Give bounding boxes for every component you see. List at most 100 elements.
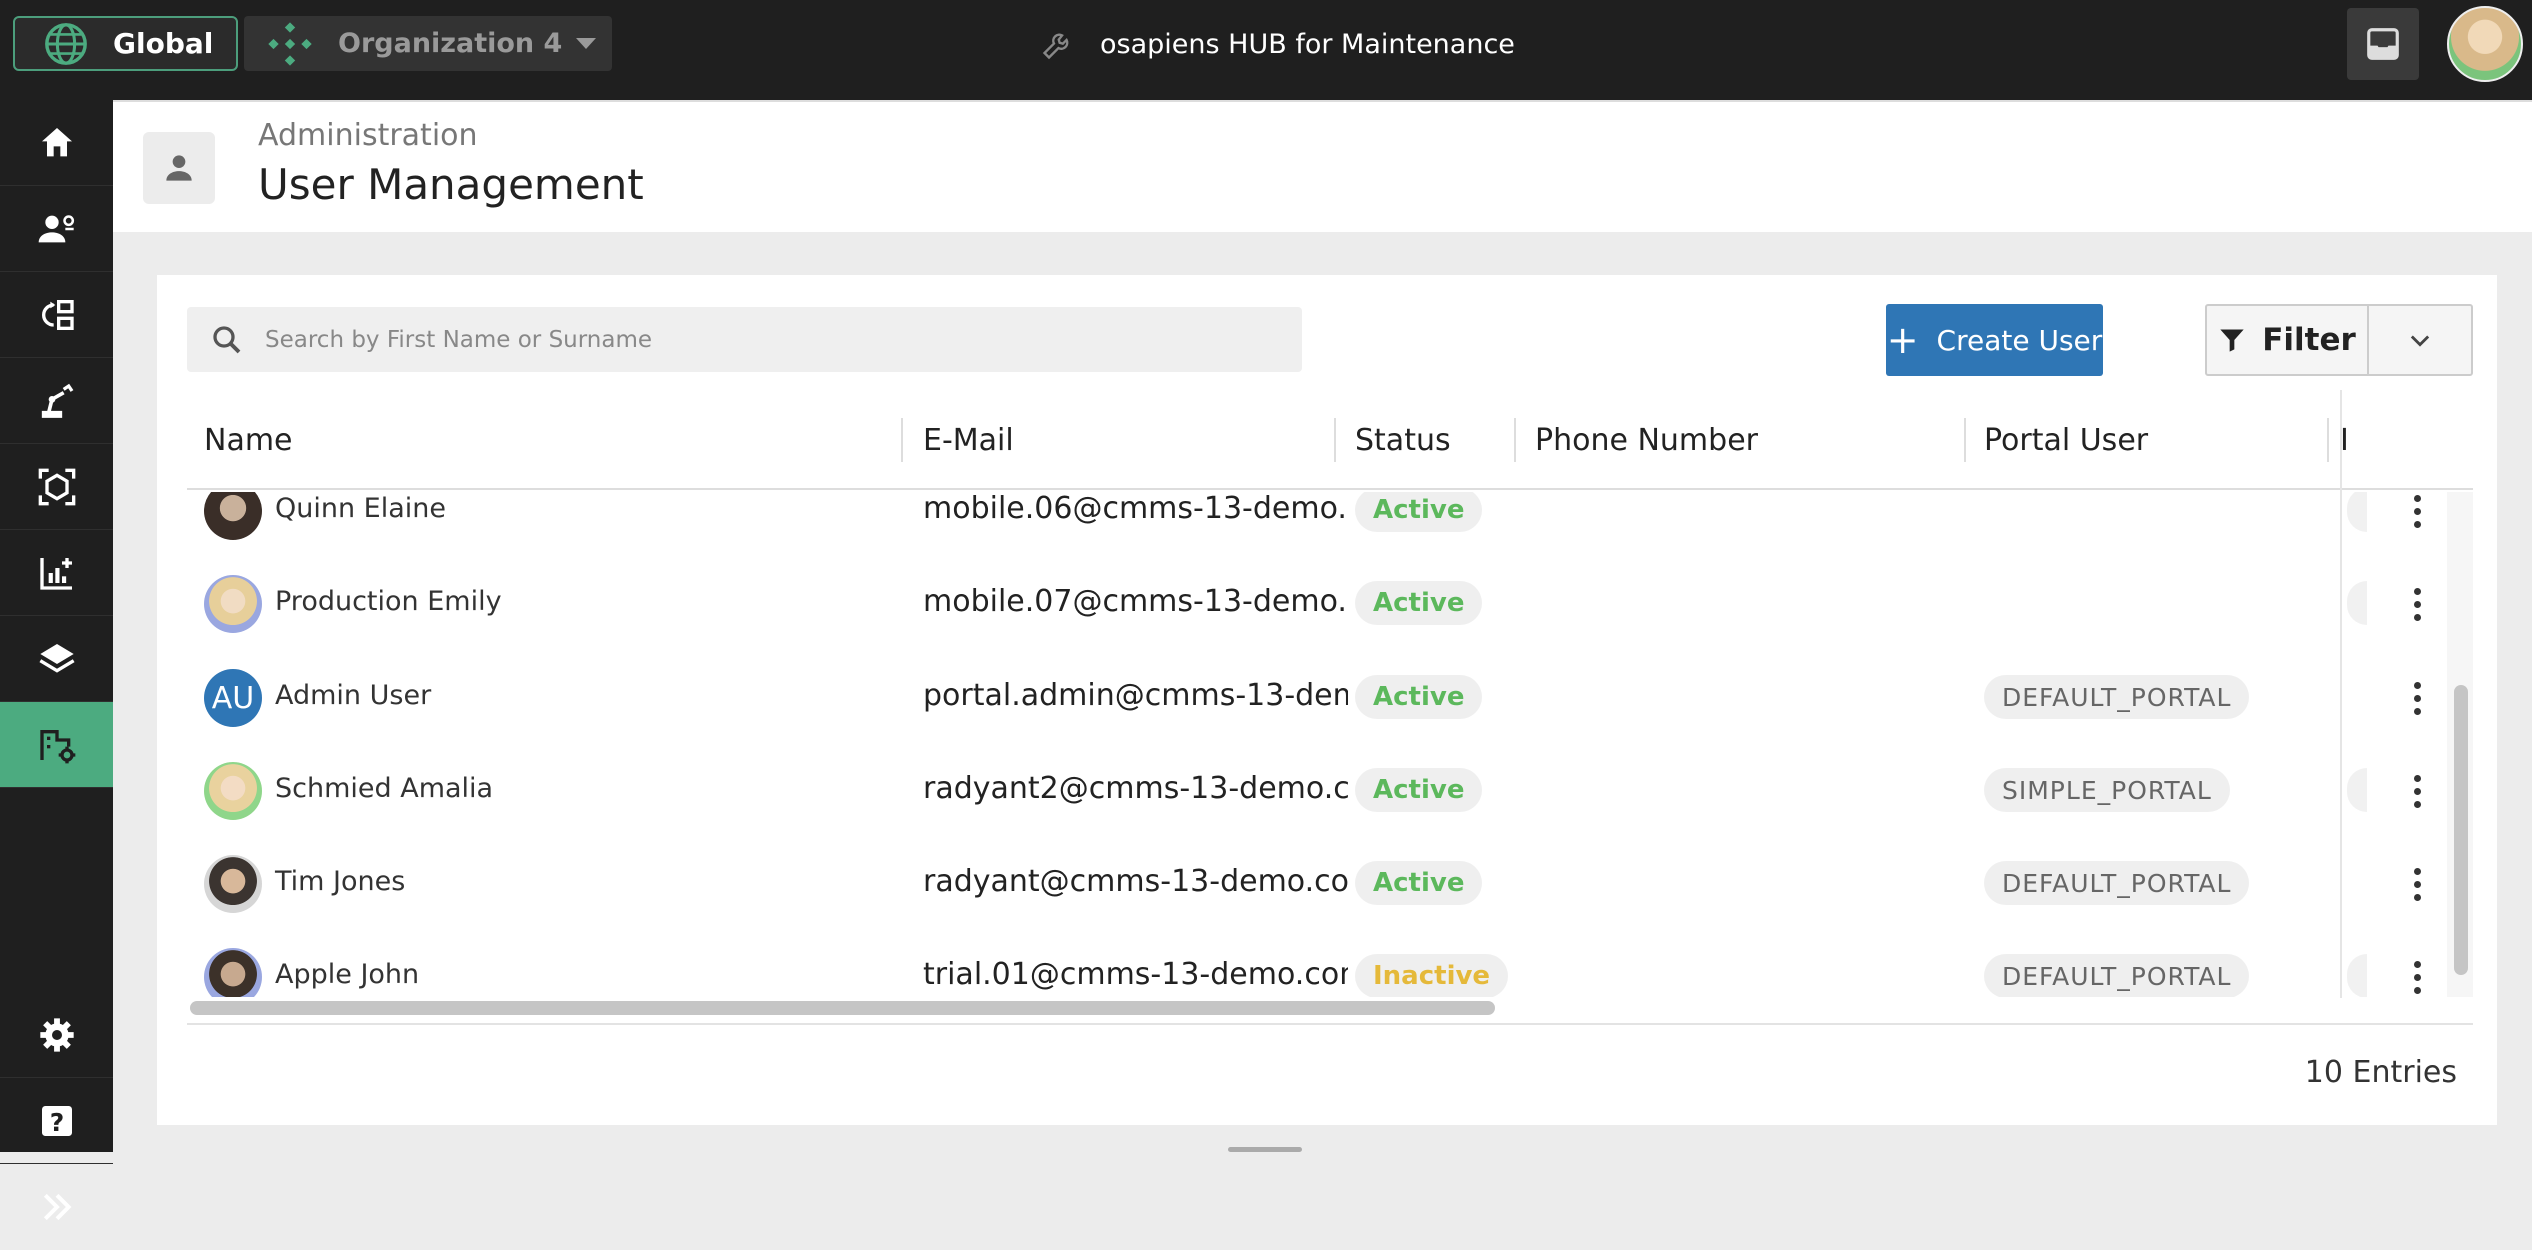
portal-badge: DEFAULT_PORTAL [1984,861,2250,905]
nav-assets[interactable] [0,444,113,530]
horizontal-scrollbar[interactable] [190,1001,1495,1015]
chevron-down-icon [2410,335,2430,347]
column-resizer[interactable] [1514,418,1516,462]
avatar [204,492,262,540]
nav-expand[interactable] [0,1164,113,1250]
nav-home[interactable] [0,100,113,186]
column-resizer[interactable] [901,418,903,462]
user-name: Schmied Amalia [275,773,494,804]
help-icon: ? [41,1105,72,1137]
global-scope-button[interactable]: Global [13,16,238,71]
column-truncated[interactable]: I [2340,390,2368,490]
avatar [204,948,262,997]
global-label: Global [113,27,214,60]
top-bar: Global Organization 4 osapiens HUB for M… [0,0,2532,100]
portal-badge: SIMPLE_PORTAL [1984,768,2230,812]
create-user-button[interactable]: + Create User [1886,304,2103,376]
status-badge: Active [1355,581,1483,625]
row-menu-button[interactable] [2392,949,2442,997]
user-email: radyant2@cmms-13-demo.com [923,771,1348,806]
user-name: Apple John [275,959,420,990]
user-avatar[interactable] [2447,6,2523,82]
home-icon [41,127,72,156]
nav-workers[interactable] [0,186,113,272]
nav-workflow[interactable] [0,272,113,358]
layers-icon [38,643,75,673]
nav-robot[interactable] [0,358,113,444]
search-input[interactable] [265,326,1265,353]
status-badge: Inactive [1355,954,1509,997]
more-vert-icon [2413,960,2421,968]
row-menu-button[interactable] [2392,856,2442,912]
user-email: portal.admin@cmms-13-demo.com [923,678,1348,713]
avatar-initials: AU [204,669,262,727]
organization-icon [268,21,312,66]
portal-badge: DEFAULT_PORTAL [1984,675,2250,719]
organization-selector[interactable]: Organization 4 [244,16,612,71]
avatar [204,762,262,820]
breadcrumb[interactable]: Administration [258,118,478,153]
inbox-button[interactable] [2347,8,2419,80]
table-row[interactable]: Tim Jones radyant@cmms-13-demo.com Activ… [187,836,2473,929]
column-resizer[interactable] [1334,418,1336,462]
table-row[interactable]: Apple John trial.01@cmms-13-demo.com Ina… [187,929,2473,997]
user-email: radyant@cmms-13-demo.com [923,864,1348,899]
truncated-chip [2347,768,2367,812]
robot-arm-icon [41,383,73,418]
search-box[interactable] [187,307,1302,372]
filter-label: Filter [2262,322,2356,358]
filter-button[interactable]: Filter [2207,306,2369,374]
inbox-icon [2367,28,2399,60]
column-status[interactable]: Status [1355,390,1451,490]
table-row[interactable]: Schmied Amalia radyant2@cmms-13-demo.com… [187,743,2473,836]
table-header: Name E-Mail Status Phone Number Portal U… [187,390,2473,490]
table-row[interactable]: Quinn Elaine mobile.06@cmms-13-demo.com … [187,492,2473,556]
row-menu-button[interactable] [2392,576,2442,632]
user-email: mobile.06@cmms-13-demo.com [923,492,1348,526]
svg-text:?: ? [49,1108,64,1137]
nav-reports[interactable] [0,530,113,616]
user-name: Production Emily [275,586,502,617]
nav-help[interactable]: ? [0,1078,113,1164]
more-vert-icon [2413,587,2421,595]
column-name[interactable]: Name [204,390,293,490]
table-footer-divider [187,1023,2473,1025]
header-avatar [143,132,215,204]
column-resizer[interactable] [1964,418,1966,462]
user-email: mobile.07@cmms-13-demo.com [923,584,1348,619]
column-phone[interactable]: Phone Number [1535,390,1758,490]
more-vert-icon [2413,867,2421,875]
nav-settings[interactable] [0,992,113,1078]
status-badge: Active [1355,861,1483,905]
status-badge: Active [1355,768,1483,812]
app-title: osapiens HUB for Maintenance [1040,22,1515,66]
create-user-label: Create User [1936,323,2103,357]
table-row[interactable]: Production Emily mobile.07@cmms-13-demo.… [187,556,2473,649]
status-badge: Active [1355,492,1483,532]
side-navigation: ? [0,100,113,1221]
vertical-scrollbar[interactable] [2454,685,2468,975]
bottom-drag-handle[interactable] [1228,1147,1302,1152]
user-table-card: + Create User Filter Name E-Mail Status … [157,275,2497,1125]
row-menu-button[interactable] [2392,492,2442,539]
wrench-icon [1042,33,1069,60]
row-menu-button[interactable] [2392,763,2442,819]
filter-dropdown-button[interactable] [2369,306,2471,374]
row-menu-button[interactable] [2392,670,2442,726]
nav-user-management[interactable] [0,702,113,788]
table-row[interactable]: AU Admin User portal.admin@cmms-13-demo.… [187,650,2473,743]
filter-icon [2220,329,2244,352]
user-name: Quinn Elaine [275,493,447,524]
search-icon [213,325,241,353]
globe-icon [45,22,87,65]
action-column-divider [2340,390,2342,998]
more-vert-icon [2413,774,2421,782]
status-badge: Active [1355,675,1483,719]
column-portal-user[interactable]: Portal User [1984,390,2148,490]
user-email: trial.01@cmms-13-demo.com [923,957,1348,992]
portal-badge: DEFAULT_PORTAL [1984,954,2250,997]
column-email[interactable]: E-Mail [923,390,1014,490]
nav-layers[interactable] [0,616,113,702]
entries-count: 10 Entries [2304,1055,2457,1090]
column-resizer[interactable] [2327,418,2329,462]
